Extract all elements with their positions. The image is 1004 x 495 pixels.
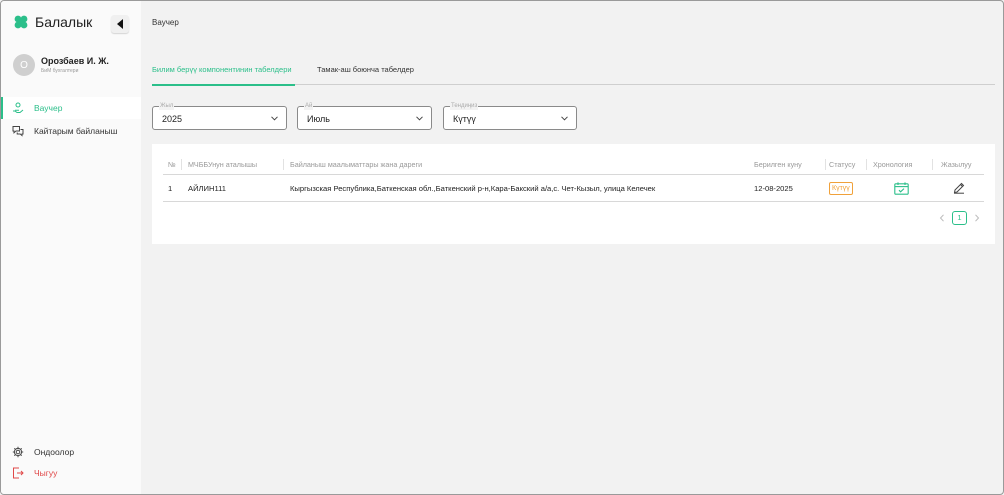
- sidebar-item-label: Кайтарым байланыш: [34, 126, 118, 136]
- logout-icon: [13, 467, 24, 479]
- chevron-left-icon[interactable]: [939, 213, 945, 222]
- column-header-chronology: Хронология: [873, 159, 913, 169]
- status-select-value: Күтүү: [453, 114, 476, 124]
- caret-left-icon: [117, 19, 123, 29]
- year-select-value: 2025: [162, 114, 183, 124]
- avatar: О: [13, 54, 35, 76]
- status-select[interactable]: Тендиңиз Күтүү: [443, 102, 577, 130]
- pencil-icon: [953, 182, 964, 194]
- gear-icon: [12, 446, 24, 458]
- table-header: № МЧББУнун аталышы Байланыш маалыматтары…: [163, 154, 984, 175]
- clover-logo-icon: [14, 15, 28, 29]
- sidebar-item-label: Ондоолор: [34, 447, 75, 457]
- chevron-down-icon: [271, 116, 278, 121]
- user-profile: О Орозбаев И. Ж. БиМ бухгалтери: [13, 54, 109, 76]
- year-select-label: Жыл: [159, 102, 175, 110]
- collapse-sidebar-button[interactable]: [111, 15, 129, 33]
- column-header-date: Берилген куну: [754, 159, 802, 169]
- sidebar-item-label: Ваучер: [34, 103, 63, 113]
- chevron-right-icon[interactable]: [974, 213, 980, 222]
- sidebar: Балалык О Орозбаев И. Ж. БиМ бухгалтери …: [1, 1, 141, 494]
- row-address: Кыргызская Республика,Баткенская обл.,Ба…: [290, 183, 656, 193]
- row-number: 1: [168, 183, 173, 193]
- chevron-down-icon: [416, 116, 423, 121]
- status-badge: Күтүү: [829, 181, 853, 195]
- chat-bubbles-icon: [12, 126, 24, 137]
- month-select-value: Июль: [307, 114, 330, 124]
- sidebar-item-logout[interactable]: Чыгуу: [1, 462, 141, 484]
- edit-button[interactable]: [951, 175, 966, 201]
- column-header-name: МЧББУнун аталышы: [188, 159, 258, 169]
- row-name: АЙЛИН111: [188, 183, 226, 193]
- chronology-button[interactable]: [892, 175, 910, 201]
- row-date: 12-08-2025: [754, 183, 793, 193]
- column-header-subscription: Жазылуу: [941, 159, 972, 169]
- calendar-check-icon: [893, 181, 909, 195]
- column-header-contacts: Байланыш маалыматтары жана дареги: [290, 159, 423, 169]
- table-row[interactable]: 1 АЙЛИН111 Кыргызская Республика,Баткенс…: [163, 175, 984, 202]
- hand-money-icon: [13, 102, 24, 113]
- page-number-button[interactable]: 1: [952, 210, 967, 225]
- sidebar-item-feedback[interactable]: Кайтарым байланыш: [1, 120, 141, 142]
- tab-education-timesheets[interactable]: Билим берүү компонентинин табелдери: [152, 61, 297, 86]
- pagination: 1: [939, 210, 980, 225]
- page-title: Ваучер: [152, 18, 179, 27]
- column-header-number: №: [168, 159, 176, 169]
- app-title: Балалык: [35, 14, 93, 30]
- year-select[interactable]: Жыл 2025: [152, 102, 287, 130]
- app-window: Балалык О Орозбаев И. Ж. БиМ бухгалтери …: [0, 0, 1004, 495]
- sidebar-item-voucher[interactable]: Ваучер: [1, 97, 141, 119]
- month-select[interactable]: Ай Июль: [297, 102, 432, 130]
- tab-food-timesheets[interactable]: Тамак-аш боюнча табелдер: [317, 61, 414, 85]
- user-role: БиМ бухгалтери: [41, 68, 79, 74]
- month-select-label: Ай: [304, 102, 314, 110]
- sidebar-item-settings[interactable]: Ондоолор: [1, 441, 141, 463]
- table-card: № МЧББУнун аталышы Байланыш маалыматтары…: [152, 144, 995, 244]
- user-name: Орозбаев И. Ж.: [41, 56, 109, 66]
- tab-bar: Билим берүү компонентинин табелдери Тама…: [152, 61, 995, 86]
- chevron-down-icon: [561, 116, 568, 121]
- status-select-label: Тендиңиз: [450, 102, 479, 110]
- column-header-status: Статусу: [829, 159, 856, 169]
- logo: Балалык: [13, 14, 92, 30]
- sidebar-item-label: Чыгуу: [34, 468, 58, 478]
